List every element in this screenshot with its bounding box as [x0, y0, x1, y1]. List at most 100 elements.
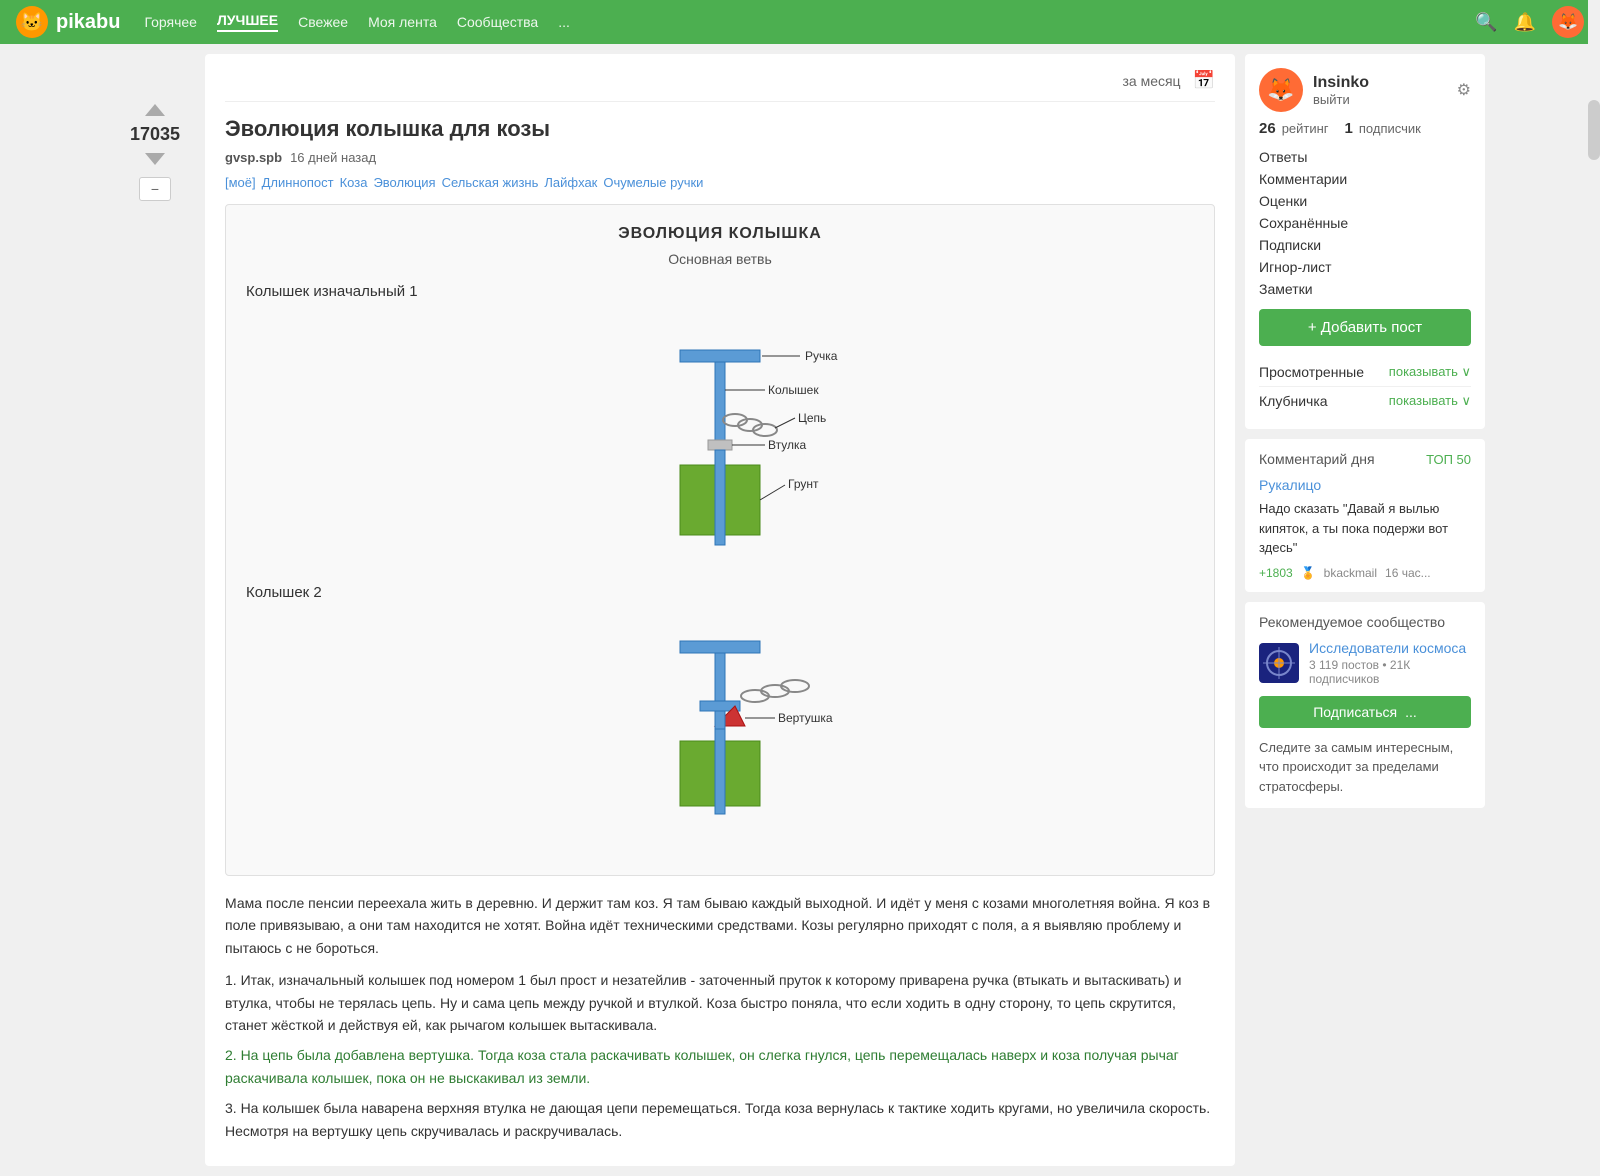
profile-logout[interactable]: выйти — [1313, 92, 1369, 107]
kolushek1-section: Колышек изначальный 1 Ручка Колышек — [246, 283, 1194, 560]
comment-score: +1803 — [1259, 566, 1293, 580]
tag-long[interactable]: Длиннопост — [262, 175, 334, 190]
label-grunt: Грунт — [788, 477, 819, 491]
shaft2-ground — [715, 729, 725, 814]
rating-value: 26 — [1259, 120, 1276, 137]
community-stats: 3 119 постов • 21К подписчиков — [1309, 658, 1471, 686]
handle-bar2 — [680, 641, 760, 653]
scrollbar-thumb[interactable] — [1588, 100, 1600, 160]
vtulka — [708, 440, 732, 450]
post-meta: gvsp.spb 16 дней назад — [225, 150, 1215, 165]
community-icon — [1259, 643, 1299, 683]
comment-day-section: Комментарий дня ТОП 50 Рукалицо Надо ска… — [1245, 439, 1485, 592]
kolushek2-svg: Вертушка — [570, 611, 870, 831]
tag-goat[interactable]: Коза — [340, 175, 368, 190]
nav-item-feed[interactable]: Моя лента — [368, 14, 437, 30]
sidebar: 🦊 Insinko выйти ⚙ 26 рейтинг 1 подписчик — [1245, 54, 1485, 1166]
profile-stat-subscribers: 1 подписчик — [1345, 120, 1421, 137]
tag-mine[interactable]: [моё] — [225, 175, 256, 190]
nav-item-more[interactable]: ... — [558, 14, 570, 30]
recommend-section: Рекомендуемое сообщество Исследователи к… — [1245, 602, 1485, 809]
recommend-community: Исследователи космоса 3 119 постов • 21К… — [1259, 640, 1471, 686]
sidebar-profile: 🦊 Insinko выйти ⚙ 26 рейтинг 1 подписчик — [1245, 54, 1485, 429]
tag-handmade[interactable]: Очумелые ручки — [603, 175, 703, 190]
logo-text: pikabu — [56, 11, 120, 34]
post-author[interactable]: gvsp.spb — [225, 150, 282, 165]
profile-info: Insinko выйти — [1313, 74, 1369, 107]
label-ruchka: Ручка — [805, 349, 838, 363]
viewed-label: Просмотренные — [1259, 364, 1364, 380]
strawberry-label: Клубничка — [1259, 393, 1328, 409]
subscriber-value: 1 — [1345, 120, 1353, 137]
shaft-lower — [715, 450, 725, 545]
scrollbar[interactable] — [1588, 0, 1600, 1000]
comment-author: bkackmail — [1324, 566, 1377, 580]
header-right: 🔍 🔔 🦊 — [1475, 6, 1584, 38]
viewed-row: Просмотренные показывать ∨ — [1259, 358, 1471, 387]
calendar-icon[interactable]: 📅 — [1193, 70, 1215, 91]
profile-links: Ответы Комментарии Оценки Сохранённые По… — [1259, 149, 1471, 297]
logo-icon: 🐱 — [16, 6, 48, 38]
vote-down-button[interactable] — [145, 153, 165, 165]
strawberry-action[interactable]: показывать ∨ — [1389, 393, 1471, 409]
profile-stats: 26 рейтинг 1 подписчик — [1259, 120, 1471, 137]
bookmark-button[interactable]: − — [139, 177, 171, 201]
medal-icon: 🏅 — [1301, 566, 1316, 580]
handle-bar — [680, 350, 760, 362]
comment-day-header: Комментарий дня ТОП 50 — [1259, 451, 1471, 467]
post-text-2: 1. Итак, изначальный колышек под номером… — [225, 969, 1215, 1036]
tag-rural[interactable]: Сельская жизнь — [442, 175, 539, 190]
nav-item-hot[interactable]: Горячее — [144, 14, 197, 30]
kolushek2-label: Колышек 2 — [246, 584, 1194, 601]
main-nav: Горячее ЛУЧШЕЕ Свежее Моя лента Сообщест… — [144, 12, 569, 32]
post-text-4: 3. На колышек была наварена верхняя втул… — [225, 1097, 1215, 1142]
logo[interactable]: 🐱 pikabu — [16, 6, 120, 38]
post-text-3: 2. На цепь была добавлена вертушка. Тогд… — [225, 1044, 1215, 1089]
nav-item-communities[interactable]: Сообщества — [457, 14, 538, 30]
settings-icon[interactable]: ⚙ — [1457, 80, 1471, 100]
kolushek2-diagram: Вертушка — [246, 611, 1194, 831]
viewed-action[interactable]: показывать ∨ — [1389, 364, 1471, 380]
rating-label: рейтинг — [1282, 121, 1329, 136]
tag-evolution[interactable]: Эволюция — [373, 175, 435, 190]
community-info: Исследователи космоса 3 119 постов • 21К… — [1309, 640, 1471, 686]
profile-link-saved[interactable]: Сохранённые — [1259, 215, 1471, 231]
profile-name: Insinko — [1313, 74, 1369, 92]
vote-column: 17035 − — [115, 54, 195, 1166]
comment-user-link[interactable]: Рукалицо — [1259, 477, 1471, 493]
label-kolushek: Колышек — [768, 383, 819, 397]
comment-text: Надо сказать "Давай я вылью кипяток, а т… — [1259, 499, 1471, 558]
nav-item-best[interactable]: ЛУЧШЕЕ — [217, 12, 278, 32]
top50-link[interactable]: ТОП 50 — [1426, 452, 1471, 467]
profile-link-ignore[interactable]: Игнор-лист — [1259, 259, 1471, 275]
profile-avatar[interactable]: 🦊 — [1259, 68, 1303, 112]
community-icon-svg — [1259, 643, 1299, 683]
profile-link-notes[interactable]: Заметки — [1259, 281, 1471, 297]
header: 🐱 pikabu Горячее ЛУЧШЕЕ Свежее Моя лента… — [0, 0, 1600, 44]
kolushek1-diagram: Ручка Колышек Цепь — [246, 310, 1194, 560]
shaft2-lower-top — [715, 711, 725, 731]
search-icon[interactable]: 🔍 — [1475, 12, 1497, 33]
illustration-subtitle: Основная ветвь — [246, 251, 1194, 267]
profile-link-comments[interactable]: Комментарии — [1259, 171, 1471, 187]
profile-link-ratings[interactable]: Оценки — [1259, 193, 1471, 209]
tag-lifehack[interactable]: Лайфхак — [544, 175, 597, 190]
user-avatar[interactable]: 🦊 — [1552, 6, 1584, 38]
subscribe-button[interactable]: Подписаться ... — [1259, 696, 1471, 728]
add-post-button[interactable]: + Добавить пост — [1259, 309, 1471, 346]
profile-header: 🦊 Insinko выйти ⚙ — [1259, 68, 1471, 112]
period-label: за месяц — [1122, 73, 1180, 89]
label-vertushka: Вертушка — [778, 711, 833, 725]
profile-link-subscriptions[interactable]: Подписки — [1259, 237, 1471, 253]
recommend-description: Следите за самым интересным, что происхо… — [1259, 738, 1471, 797]
community-name[interactable]: Исследователи космоса — [1309, 640, 1471, 656]
bell-icon[interactable]: 🔔 — [1514, 12, 1536, 33]
vote-up-button[interactable] — [145, 104, 165, 116]
comment-time: 16 час... — [1385, 566, 1431, 580]
subscriber-label: подписчик — [1359, 121, 1421, 136]
post-text-1: Мама после пенсии переехала жить в дерев… — [225, 892, 1215, 959]
nav-item-fresh[interactable]: Свежее — [298, 14, 348, 30]
vote-count: 17035 — [130, 124, 180, 145]
comment-meta: +1803 🏅 bkackmail 16 час... — [1259, 566, 1471, 580]
profile-link-answers[interactable]: Ответы — [1259, 149, 1471, 165]
